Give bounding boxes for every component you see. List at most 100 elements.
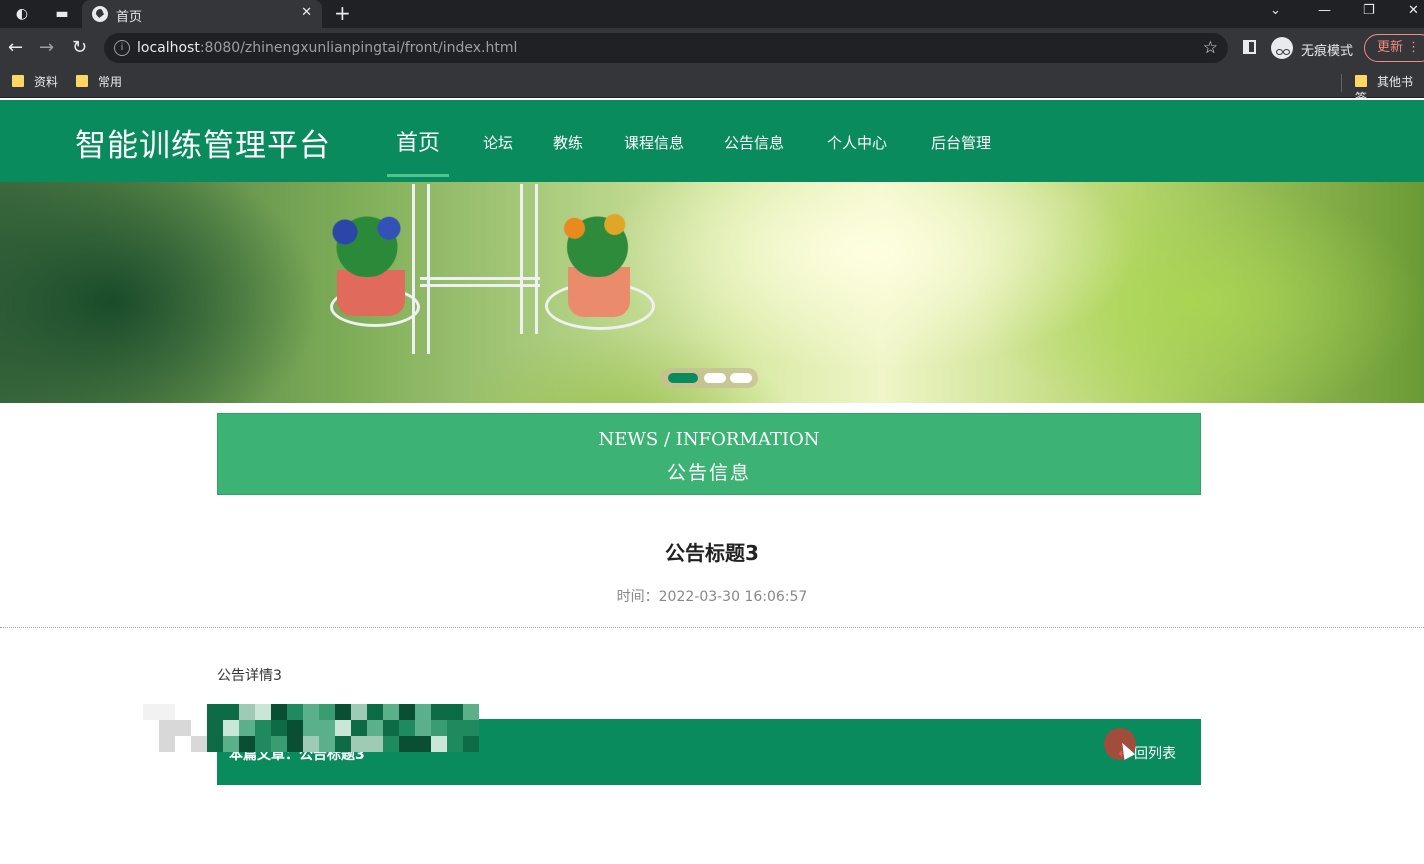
mosaic-block: [255, 736, 271, 752]
nav-courses[interactable]: 课程信息: [624, 132, 684, 153]
mosaic-block: [143, 720, 159, 736]
article-title: 公告标题3: [665, 541, 759, 565]
mosaic-block: [415, 736, 431, 752]
mosaic-block: [207, 720, 223, 736]
close-icon[interactable]: ✕: [301, 5, 312, 20]
address-bar[interactable]: i localhost:8080/zhinengxunlianpingtai/f…: [104, 33, 1228, 63]
nav-announcements[interactable]: 公告信息: [724, 132, 784, 153]
folder-icon: [76, 75, 88, 87]
mosaic-block: [175, 736, 191, 752]
mosaic-block: [207, 736, 223, 752]
mosaic-block: [367, 704, 383, 720]
carousel-dot-2[interactable]: [704, 373, 726, 383]
section-title-en: NEWS / INFORMATION: [598, 429, 820, 450]
nav-active-indicator: [387, 174, 449, 177]
update-button[interactable]: 更新 ⋮: [1364, 34, 1424, 62]
mosaic-block: [223, 736, 239, 752]
mosaic-block: [191, 736, 207, 752]
mosaic-block: [383, 720, 399, 736]
info-icon[interactable]: i: [114, 40, 130, 56]
side-panel-icon[interactable]: [1243, 40, 1256, 54]
banner-carousel[interactable]: [0, 182, 1424, 403]
section-title-cn: 公告信息: [666, 462, 751, 484]
tab-title: 首页: [116, 10, 143, 25]
mosaic-block: [271, 736, 287, 752]
article-divider: [0, 627, 1424, 628]
nav-admin[interactable]: 后台管理: [931, 132, 991, 153]
mosaic-block: [351, 736, 367, 752]
mosaic-block: [399, 720, 415, 736]
mosaic-block: [287, 736, 303, 752]
mosaic-block: [239, 704, 255, 720]
nav-home[interactable]: 首页: [396, 125, 440, 157]
globe-icon: [92, 6, 108, 22]
mosaic-block: [303, 720, 319, 736]
tab-search-icon[interactable]: ▬: [51, 4, 73, 24]
mosaic-block: [431, 736, 447, 752]
bookmark-folder-other[interactable]: 其他书签: [1355, 74, 1424, 105]
incognito-label[interactable]: 无痕模式: [1301, 40, 1353, 59]
restore-icon[interactable]: ❐: [1363, 3, 1375, 18]
mosaic-block: [271, 704, 287, 720]
mosaic-block: [143, 736, 159, 752]
mosaic-block: [255, 704, 271, 720]
mosaic-block: [383, 704, 399, 720]
mosaic-block: [351, 720, 367, 736]
browser-tab-home[interactable]: 首页 ✕: [82, 0, 322, 28]
browser-tab-bar: ◐ ▬ 首页 ✕ + ⌄ — ❐ ✕: [0, 0, 1424, 28]
carousel-dot-1[interactable]: [668, 373, 698, 383]
mosaic-block: [463, 720, 479, 736]
mosaic-block: [175, 720, 191, 736]
mosaic-block: [175, 704, 191, 720]
mosaic-block: [447, 704, 463, 720]
pixelation-mosaic: [143, 704, 483, 754]
reload-icon[interactable]: ↻: [72, 37, 87, 58]
minimize-icon[interactable]: —: [1318, 3, 1331, 18]
mosaic-block: [351, 704, 367, 720]
mosaic-block: [191, 704, 207, 720]
tab-list-chevron-icon[interactable]: ⌄: [1270, 3, 1281, 18]
forward-arrow-icon[interactable]: →: [39, 37, 54, 58]
more-menu-icon[interactable]: ⋮: [1407, 40, 1420, 55]
mosaic-block: [399, 704, 415, 720]
bookmark-folder-changyong[interactable]: 常用: [76, 74, 122, 92]
mosaic-block: [447, 736, 463, 752]
mosaic-block: [159, 704, 175, 720]
nav-profile[interactable]: 个人中心: [827, 132, 887, 153]
window-close-icon[interactable]: ✕: [1408, 3, 1419, 18]
mosaic-block: [463, 704, 479, 720]
nav-forum[interactable]: 论坛: [483, 132, 513, 153]
new-tab-plus-icon[interactable]: +: [334, 1, 351, 25]
mosaic-block: [287, 704, 303, 720]
carousel-dot-3[interactable]: [730, 373, 752, 383]
mosaic-block: [431, 704, 447, 720]
bookmark-star-icon[interactable]: ☆: [1203, 38, 1218, 58]
mosaic-block: [431, 720, 447, 736]
folder-icon: [12, 75, 24, 87]
bookmark-folder-ziliao[interactable]: 资料: [12, 74, 58, 92]
mosaic-block: [303, 704, 319, 720]
url-text[interactable]: localhost:8080/zhinengxunlianpingtai/fro…: [137, 40, 517, 56]
mosaic-block: [335, 736, 351, 752]
carousel-indicators: [660, 368, 758, 388]
mosaic-block: [303, 736, 319, 752]
mosaic-block: [383, 736, 399, 752]
globe-icon[interactable]: ◐: [11, 4, 33, 24]
back-arrow-icon[interactable]: ←: [8, 37, 23, 58]
nav-coach[interactable]: 教练: [553, 132, 583, 153]
mosaic-block: [255, 720, 271, 736]
site-title: 智能训练管理平台: [75, 128, 331, 164]
folder-icon: [1355, 75, 1367, 87]
bookmarks-bar: 资料 常用 其他书签: [0, 68, 1424, 105]
mosaic-block: [159, 720, 175, 736]
mosaic-block: [223, 704, 239, 720]
article-time: 时间：2022-03-30 16:06:57: [616, 589, 808, 605]
mosaic-block: [367, 736, 383, 752]
mosaic-block: [463, 736, 479, 752]
mosaic-block: [287, 720, 303, 736]
site-header: 智能训练管理平台 首页 论坛 教练 课程信息 公告信息 个人中心 后台管理: [0, 100, 1424, 182]
incognito-icon[interactable]: [1271, 37, 1293, 59]
mosaic-block: [335, 704, 351, 720]
bookmarks-separator: [1341, 74, 1342, 92]
mosaic-block: [191, 720, 207, 736]
